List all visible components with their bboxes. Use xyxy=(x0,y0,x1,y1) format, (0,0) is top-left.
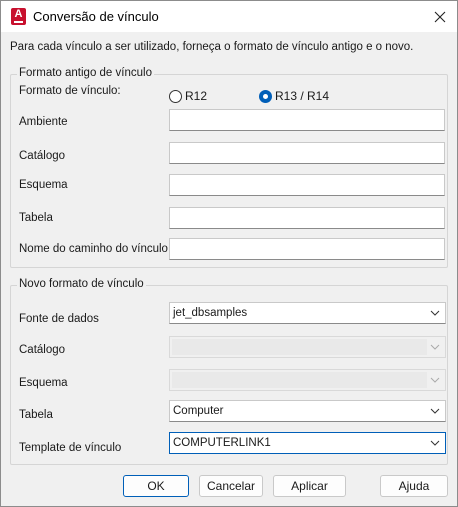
close-button[interactable] xyxy=(429,6,451,28)
window-title: Conversão de vínculo xyxy=(33,9,159,24)
new-catalog-select xyxy=(169,336,446,358)
close-icon xyxy=(434,11,446,23)
apply-button[interactable]: Aplicar xyxy=(273,475,346,497)
old-table-label: Tabela xyxy=(19,212,53,224)
link-template-select[interactable]: COMPUTERLINK1 xyxy=(169,432,446,454)
datasource-select[interactable]: jet_dbsamples xyxy=(169,302,446,324)
link-format-label: Formato de vínculo: xyxy=(19,85,121,97)
instruction-text: Para cada vínculo a ser utilizado, forne… xyxy=(10,41,414,53)
dialog-window: A Conversão de vínculo Para cada vínculo… xyxy=(0,0,458,507)
chevron-down-icon xyxy=(430,377,440,383)
chevron-down-icon xyxy=(430,344,440,350)
old-table-input[interactable] xyxy=(169,207,445,229)
datasource-value: jet_dbsamples xyxy=(173,307,248,319)
old-schema-input[interactable] xyxy=(169,174,445,196)
radio-r13-r14[interactable]: R13 / R14 xyxy=(259,89,329,103)
old-schema-label: Esquema xyxy=(19,179,68,191)
new-catalog-label: Catálogo xyxy=(19,344,66,356)
radio-r13-r14-label: R13 / R14 xyxy=(275,89,330,103)
chevron-down-icon xyxy=(430,440,440,446)
new-table-select[interactable]: Computer xyxy=(169,400,446,422)
new-format-group-title: Novo formato de vínculo xyxy=(17,278,146,290)
new-datasource-label: Fonte de dados xyxy=(19,313,99,325)
radio-r12[interactable]: R12 xyxy=(169,89,207,103)
new-schema-select xyxy=(169,369,446,391)
old-link-path-label: Nome do caminho do vínculo xyxy=(19,243,168,255)
title-bar: A Conversão de vínculo xyxy=(1,1,457,32)
radio-r12-label: R12 xyxy=(185,89,208,103)
autocad-app-icon: A xyxy=(11,8,26,25)
new-schema-label: Esquema xyxy=(19,377,68,389)
link-template-label: Template de vínculo xyxy=(19,442,122,454)
help-button[interactable]: Ajuda xyxy=(380,475,448,497)
old-catalog-label: Catálogo xyxy=(19,150,66,162)
new-table-value: Computer xyxy=(173,405,224,417)
chevron-down-icon xyxy=(430,408,440,414)
chevron-down-icon xyxy=(430,310,440,316)
old-environment-input[interactable] xyxy=(169,109,445,131)
old-link-path-input[interactable] xyxy=(169,238,445,260)
radio-r12-circle xyxy=(169,89,182,103)
radio-r13-r14-circle xyxy=(259,89,272,103)
new-table-label: Tabela xyxy=(19,409,53,421)
link-template-value: COMPUTERLINK1 xyxy=(173,437,271,449)
cancel-button[interactable]: Cancelar xyxy=(199,475,263,497)
old-environment-label: Ambiente xyxy=(19,116,68,128)
old-catalog-input[interactable] xyxy=(169,142,445,164)
old-format-group-title: Formato antigo de vínculo xyxy=(17,67,154,79)
ok-button[interactable]: OK xyxy=(123,475,189,497)
